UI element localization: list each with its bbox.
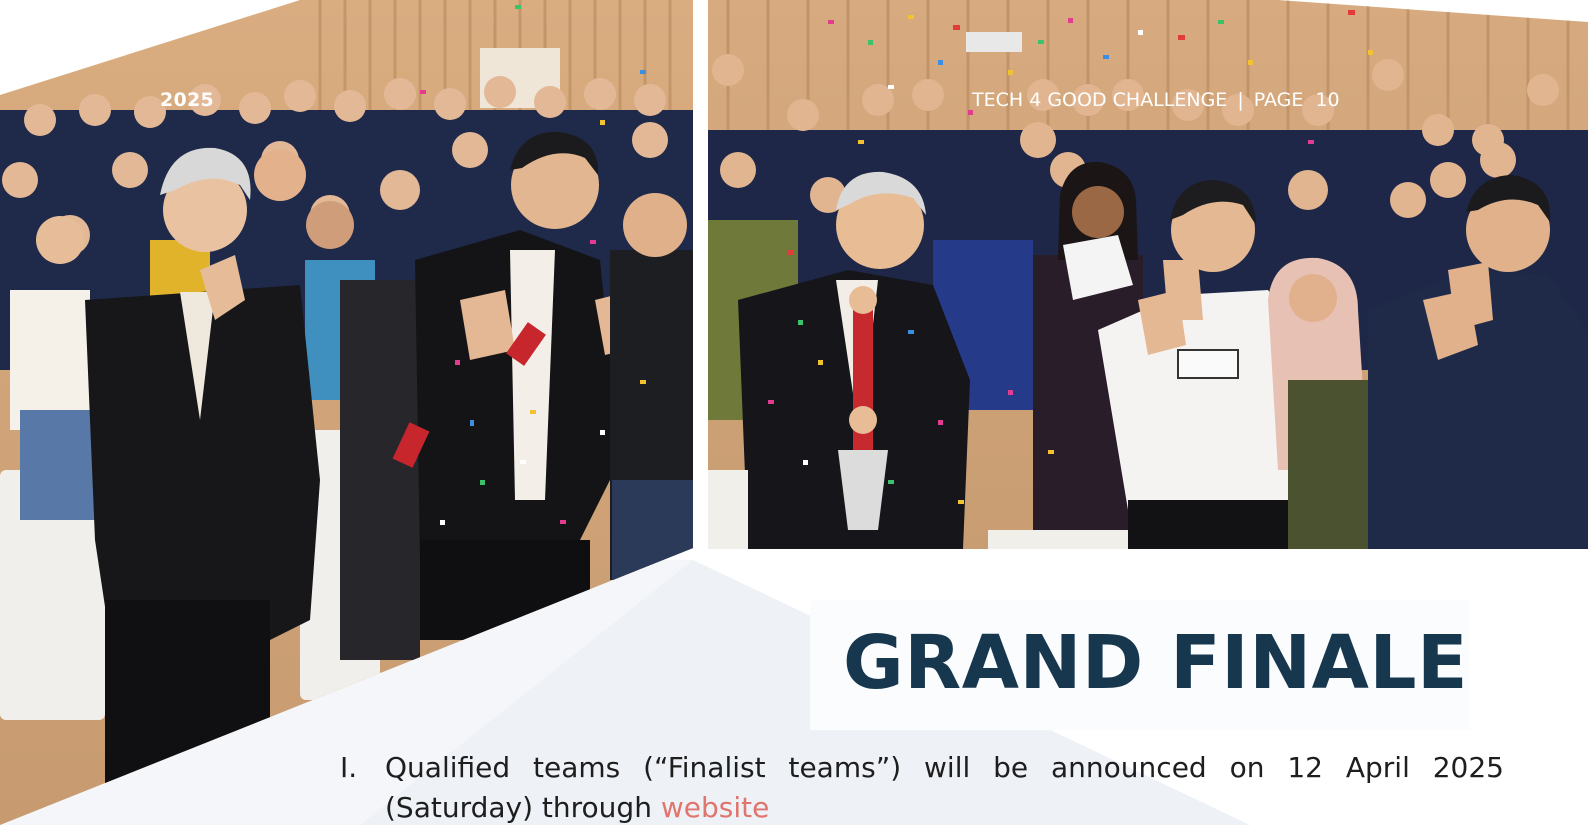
section-title: GRAND FINALE (843, 620, 1469, 706)
list-item-number: I. (340, 751, 358, 784)
header-page-label: PAGE (1253, 89, 1304, 111)
header-page-number: 10 (1315, 89, 1340, 111)
page: 2025 TECH 4 GOOD CHALLENGE | PAGE 10 GRAND… (0, 0, 1588, 825)
rules-list: I. Qualified teams (“Finalist teams”) wi… (340, 748, 1504, 825)
list-item-text: Qualified teams (“Finalist teams”) will … (385, 748, 1504, 825)
header-title: TECH 4 GOOD CHALLENGE (972, 89, 1228, 111)
photo-confetti-celebration (708, 0, 1588, 549)
header-title-page: TECH 4 GOOD CHALLENGE | PAGE 10 (972, 89, 1340, 111)
list-item-body: Qualified teams (“Finalist teams”) will … (385, 751, 1504, 824)
header-year: 2025 (160, 89, 215, 111)
header-separator: | (1237, 89, 1244, 111)
website-link[interactable]: website (661, 791, 769, 824)
list-item: I. Qualified teams (“Finalist teams”) wi… (340, 748, 1504, 825)
